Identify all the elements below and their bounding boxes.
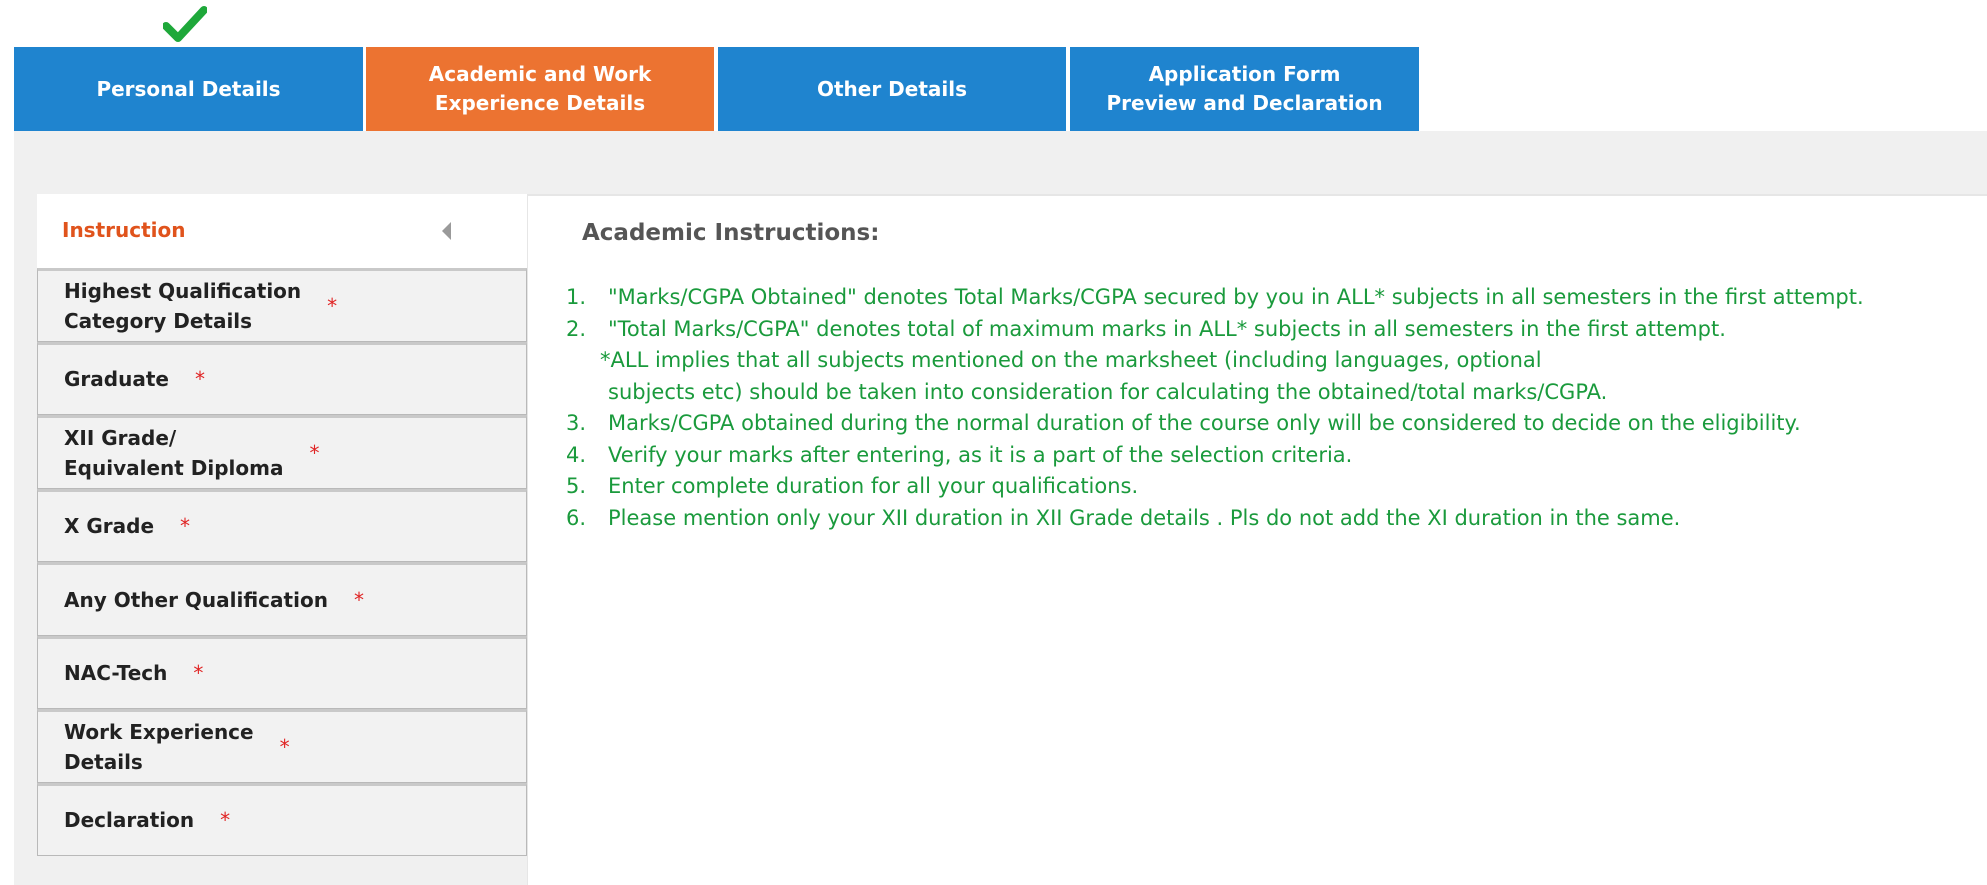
required-asterisk: *: [279, 734, 290, 759]
required-asterisk: *: [180, 514, 191, 539]
sidebar-item-label: Highest Qualification Category Details: [64, 278, 302, 333]
sidebar-item-work-experience[interactable]: Work Experience Details *: [37, 709, 527, 783]
collapse-arrow-icon[interactable]: [442, 222, 451, 240]
sidebar-item-x-grade[interactable]: X Grade *: [37, 488, 527, 562]
page-title: Academic Instructions:: [582, 220, 880, 246]
list-item: 2. "Total Marks/CGPA" denotes total of m…: [566, 316, 1726, 341]
sidebar-item-other-qualification[interactable]: Any Other Qualification *: [37, 562, 527, 636]
sidebar-item-label: Any Other Qualification: [64, 587, 328, 612]
sidebar-item-nac-tech[interactable]: NAC-Tech *: [37, 635, 527, 709]
required-asterisk: *: [193, 661, 204, 686]
tab-other-details[interactable]: Other Details: [718, 47, 1066, 131]
sidebar-item-label: Graduate: [64, 367, 169, 392]
list-item: 1. "Marks/CGPA Obtained" denotes Total M…: [566, 285, 1864, 309]
completed-check-icon: [163, 6, 207, 42]
tab-label: Academic and Work Experience Details: [428, 62, 652, 115]
tab-label: Application Form Preview and Declaration: [1106, 62, 1383, 115]
list-item: 6. Please mention only your XII duration…: [566, 505, 1681, 530]
sidebar-header-label: Instruction: [62, 218, 186, 242]
required-asterisk: *: [327, 293, 338, 318]
sidebar-item-label: NAC-Tech: [64, 661, 168, 686]
required-asterisk: *: [220, 808, 231, 833]
required-asterisk: *: [309, 440, 320, 465]
sidebar-item-label: X Grade: [64, 514, 155, 539]
sidebar-item-graduate[interactable]: Graduate *: [37, 341, 527, 415]
tab-personal-details[interactable]: Personal Details: [14, 47, 363, 131]
required-asterisk: *: [194, 367, 205, 392]
sidebar-item-declaration[interactable]: Declaration *: [37, 782, 527, 856]
list-item: 5. Enter complete duration for all your …: [566, 474, 1139, 498]
tab-label: Personal Details: [96, 76, 281, 101]
sidebar-item-label: Declaration: [64, 808, 195, 833]
tab-preview-declaration[interactable]: Application Form Preview and Declaration: [1070, 47, 1419, 131]
tab-academic-work-experience[interactable]: Academic and Work Experience Details: [366, 47, 714, 131]
sidebar-item-instruction[interactable]: Instruction: [37, 194, 527, 268]
sidebar-item-highest-qualification[interactable]: Highest Qualification Category Details *: [37, 268, 527, 342]
sidebar-item-label: Work Experience Details: [64, 719, 254, 774]
required-asterisk: *: [353, 587, 364, 612]
instructions-panel: Academic Instructions: 1. "Marks/CGPA Ob…: [527, 194, 1987, 885]
list-item: 3. Marks/CGPA obtained during the normal…: [566, 411, 1801, 435]
sidebar-item-label: XII Grade/Equivalent Diploma: [64, 425, 284, 480]
section-sidebar: Instruction Highest Qualification Categor…: [37, 194, 527, 856]
sidebar-item-xii-grade[interactable]: XII Grade/Equivalent Diploma *: [37, 415, 527, 489]
tab-label: Other Details: [816, 76, 968, 101]
instructions-list: 1. "Marks/CGPA Obtained" denotes Total M…: [566, 282, 1966, 534]
all-note-continued: subjects etc) should be taken into consi…: [608, 379, 1608, 404]
list-item: 4. Verify your marks after entering, as …: [566, 442, 1353, 467]
all-note: *ALL implies that all subjects mentioned…: [600, 348, 1542, 372]
